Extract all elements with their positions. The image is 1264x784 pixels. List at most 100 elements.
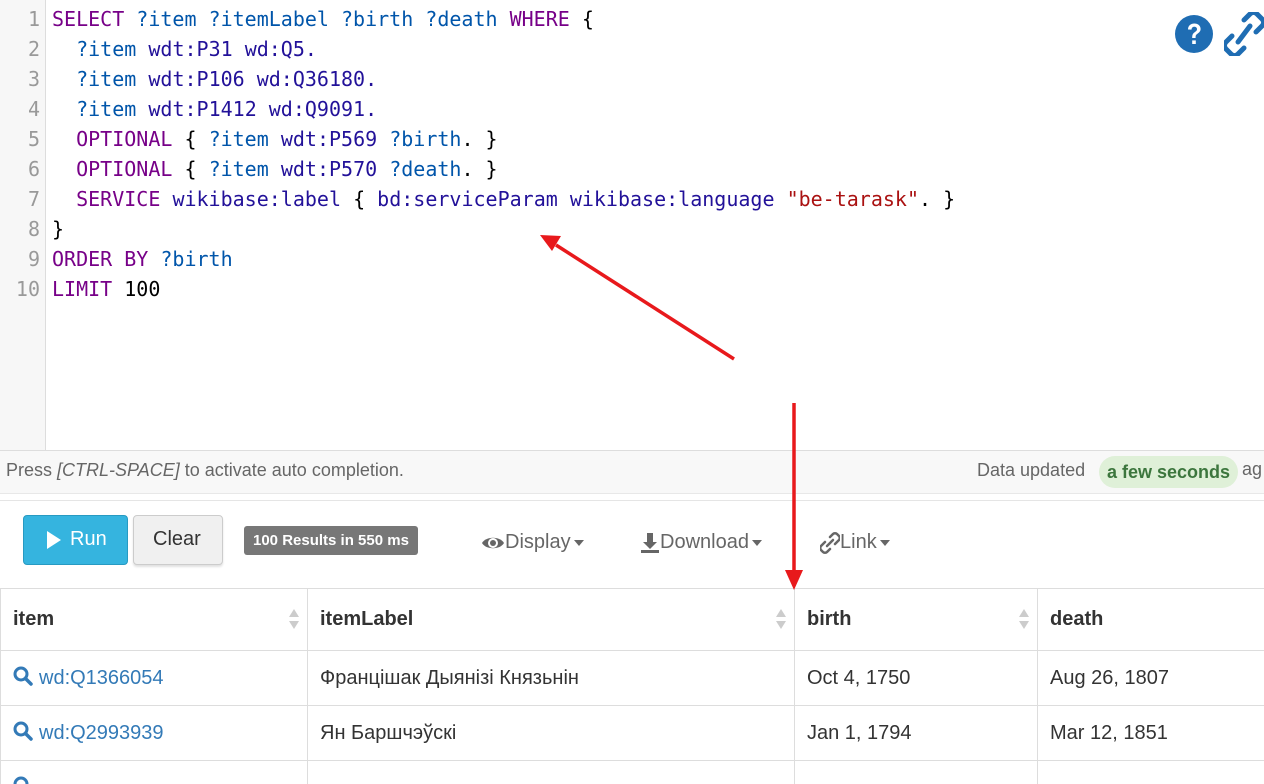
download-menu-label: Download xyxy=(660,531,749,553)
prefixed-name-token: wdt:P1412 wd:Q9091. xyxy=(148,97,378,121)
punctuation-token: . } xyxy=(919,187,956,211)
keyword-token: OPTIONAL xyxy=(76,127,173,151)
line-number: 7 xyxy=(27,187,40,211)
code-line-8[interactable]: } xyxy=(52,214,64,244)
prefixed-name-token: wdt:P31 wd:Q5. xyxy=(148,37,317,61)
table-header-row: item itemLabel birth death xyxy=(0,588,1264,651)
code-line-9[interactable]: ORDER BY ?birth xyxy=(52,244,233,274)
question-circle-icon xyxy=(1175,15,1213,53)
punctuation-token: { xyxy=(184,157,197,181)
column-header-item[interactable]: item xyxy=(0,588,308,651)
column-header-label: death xyxy=(1050,608,1104,630)
line-number: 9 xyxy=(27,247,40,271)
code-line-7[interactable]: SERVICE wikibase:label { bd:serviceParam… xyxy=(52,184,955,214)
link-menu-label: Link xyxy=(840,531,877,553)
punctuation-token: . } xyxy=(461,157,498,181)
keyword-token: LIMIT xyxy=(52,277,113,301)
variable-token: ?item xyxy=(208,127,269,151)
display-menu[interactable]: Display xyxy=(481,531,584,554)
run-button[interactable]: Run xyxy=(23,515,128,565)
string-token: "be-tarask" xyxy=(786,187,920,211)
table-row-partial xyxy=(0,760,1264,784)
download-menu[interactable]: Download xyxy=(640,531,762,554)
variable-token: ?item ?itemLabel ?birth ?death xyxy=(136,7,498,31)
sort-icon[interactable] xyxy=(1019,609,1029,631)
data-updated-suffix: ag xyxy=(1242,459,1263,479)
chevron-down-icon xyxy=(573,539,584,546)
magnifier-icon[interactable] xyxy=(13,721,33,741)
results-toolbar: Run Clear 100 Results in 550 ms Display … xyxy=(0,500,1264,589)
column-header-label: birth xyxy=(807,608,852,630)
line-number: 2 xyxy=(27,37,40,61)
variable-token: ?item xyxy=(76,97,137,121)
variable-token: ?item xyxy=(76,67,137,91)
prefixed-name-token: bd:serviceParam wikibase:language xyxy=(377,187,775,211)
results-count-badge: 100 Results in 550 ms xyxy=(244,526,418,555)
chevron-down-icon xyxy=(751,539,762,546)
punctuation-token: } xyxy=(52,217,65,241)
prefixed-name-token: wdt:P569 xyxy=(280,127,378,151)
column-header-label: item xyxy=(13,608,55,630)
line-number: 5 xyxy=(27,127,40,151)
link-icon xyxy=(819,531,841,554)
keyword-token: ORDER BY xyxy=(52,247,149,271)
column-header-label: itemLabel xyxy=(320,608,414,630)
line-number-gutter: 1 2 3 4 5 6 7 8 9 10 xyxy=(0,0,46,450)
line-number: 6 xyxy=(27,157,40,181)
birth-cell xyxy=(794,760,1038,784)
column-header-death[interactable]: death xyxy=(1037,588,1264,651)
code-line-2[interactable]: ?item wdt:P31 wd:Q5. xyxy=(52,34,317,64)
clear-button[interactable]: Clear xyxy=(133,515,223,565)
hint-shortcut: [CTRL-SPACE] xyxy=(57,460,180,480)
column-header-itemlabel[interactable]: itemLabel xyxy=(307,588,795,651)
play-icon xyxy=(47,531,61,549)
death-cell: Mar 12, 1851 xyxy=(1037,705,1264,761)
code-line-5[interactable]: OPTIONAL { ?item wdt:P569 ?birth. } xyxy=(52,124,498,154)
code-line-4[interactable]: ?item wdt:P1412 wd:Q9091. xyxy=(52,94,377,124)
line-number: 3 xyxy=(27,67,40,91)
code-line-1[interactable]: SELECT ?item ?itemLabel ?birth ?death WH… xyxy=(52,4,594,34)
item-cell xyxy=(0,760,308,784)
share-link-button[interactable] xyxy=(1222,10,1264,58)
keyword-token: SERVICE xyxy=(76,187,161,211)
link-chain-icon xyxy=(1222,10,1264,58)
death-cell xyxy=(1037,760,1264,784)
prefixed-name-token: wdt:P570 xyxy=(280,157,378,181)
punctuation-token: { xyxy=(581,7,594,31)
query-editor[interactable]: 1 2 3 4 5 6 7 8 9 10 SELECT ?item ?itemL… xyxy=(0,0,1264,450)
keyword-token: SELECT xyxy=(52,7,125,31)
variable-token: ?item xyxy=(76,37,137,61)
item-label-cell: Францішак Дыянізі Князьнін xyxy=(307,650,795,706)
item-cell: wd:Q2993939 xyxy=(0,705,308,761)
variable-token: ?birth xyxy=(160,247,233,271)
autocomplete-hint: Press [CTRL-SPACE] to activate auto comp… xyxy=(6,460,404,481)
variable-token: ?item xyxy=(208,157,269,181)
item-cell: wd:Q1366054 xyxy=(0,650,308,706)
prefixed-name-token: wdt:P106 wd:Q36180. xyxy=(148,67,378,91)
prefixed-name-token: wikibase:label xyxy=(172,187,342,211)
help-button[interactable] xyxy=(1174,14,1214,54)
punctuation-token: . } xyxy=(461,127,498,151)
sort-icon[interactable] xyxy=(289,609,299,631)
birth-cell: Oct 4, 1750 xyxy=(794,650,1038,706)
code-line-6[interactable]: OPTIONAL { ?item wdt:P570 ?death. } xyxy=(52,154,498,184)
magnifier-icon[interactable] xyxy=(13,666,33,686)
results-table: item itemLabel birth death wd:Q1366054 Ф… xyxy=(0,588,1264,784)
hint-prefix: Press xyxy=(6,460,53,480)
punctuation-token: { xyxy=(353,187,366,211)
table-row: wd:Q2993939 Ян Баршчэўскі Jan 1, 1794 Ma… xyxy=(0,705,1264,761)
chevron-down-icon xyxy=(879,539,890,546)
download-icon xyxy=(641,532,659,553)
variable-token: ?birth xyxy=(389,127,462,151)
keyword-token: WHERE xyxy=(509,7,570,31)
sort-icon[interactable] xyxy=(776,609,786,631)
birth-cell: Jan 1, 1794 xyxy=(794,705,1038,761)
item-link[interactable]: wd:Q2993939 xyxy=(39,722,164,744)
hint-suffix: to activate auto completion. xyxy=(184,460,404,480)
magnifier-icon[interactable] xyxy=(13,776,33,784)
code-line-10[interactable]: LIMIT 100 xyxy=(52,274,160,304)
link-menu[interactable]: Link xyxy=(819,531,890,554)
item-link[interactable]: wd:Q1366054 xyxy=(39,667,164,689)
column-header-birth[interactable]: birth xyxy=(794,588,1038,651)
code-line-3[interactable]: ?item wdt:P106 wd:Q36180. xyxy=(52,64,377,94)
